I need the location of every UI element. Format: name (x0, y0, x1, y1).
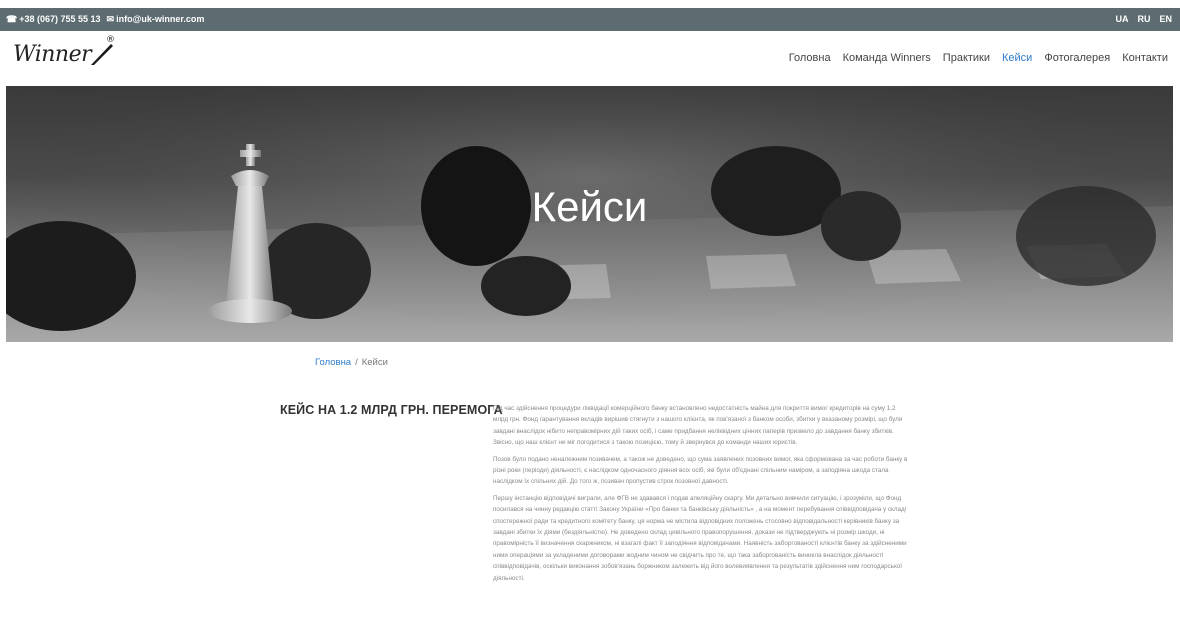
top-contact-bar: ☎ +38 (067) 755 55 13 ✉ info@uk-winner.c… (0, 8, 1180, 31)
email-link[interactable]: ✉ info@uk-winner.com (107, 14, 205, 24)
case-paragraph: Під час здійснення процедури ліквідації … (493, 405, 903, 447)
language-switcher: UA RU EN (1115, 14, 1172, 24)
lang-ru[interactable]: RU (1137, 14, 1150, 24)
envelope-icon: ✉ (106, 13, 115, 24)
phone-icon: ☎ (6, 13, 18, 24)
nav-practices[interactable]: Практики (943, 52, 990, 64)
breadcrumb: Головна / Кейси (315, 357, 388, 368)
nav-home[interactable]: Головна (789, 52, 831, 64)
logo-text: Winner (13, 42, 92, 67)
site-header: Winner ® Головна Команда Winners Практик… (0, 31, 1180, 86)
breadcrumb-separator: / (355, 357, 358, 368)
email-address: info@uk-winner.com (116, 14, 205, 24)
phone-number: +38 (067) 755 55 13 (19, 14, 101, 24)
nav-contacts[interactable]: Контакти (1122, 52, 1168, 64)
nav-cases[interactable]: Кейси (1002, 52, 1032, 64)
logo[interactable]: Winner ® (13, 35, 115, 67)
case-description: Під час здійснення процедури ліквідації … (493, 403, 911, 589)
contact-info: ☎ +38 (067) 755 55 13 ✉ info@uk-winner.c… (6, 14, 204, 24)
breadcrumb-home[interactable]: Головна (315, 357, 351, 368)
registered-mark: ® (106, 35, 115, 45)
case-title: КЕЙС НА 1.2 МЛРД ГРН. ПЕРЕМОГА (280, 403, 503, 417)
lang-en[interactable]: EN (1159, 14, 1172, 24)
hero-banner: Кейси (6, 86, 1173, 342)
phone-link[interactable]: ☎ +38 (067) 755 55 13 (6, 14, 101, 24)
main-nav: Головна Команда Winners Практики Кейси Ф… (789, 52, 1168, 64)
page-title: Кейси (531, 183, 648, 230)
lang-ua[interactable]: UA (1115, 14, 1128, 24)
breadcrumb-current: Кейси (361, 357, 388, 368)
nav-team[interactable]: Команда Winners (843, 52, 931, 64)
case-paragraph: Позов було подано неналежним позивачем, … (493, 455, 908, 486)
nav-gallery[interactable]: Фотогалерея (1044, 52, 1110, 64)
case-paragraph: Першу інстанцію відповідачі виграли, але… (493, 494, 907, 582)
